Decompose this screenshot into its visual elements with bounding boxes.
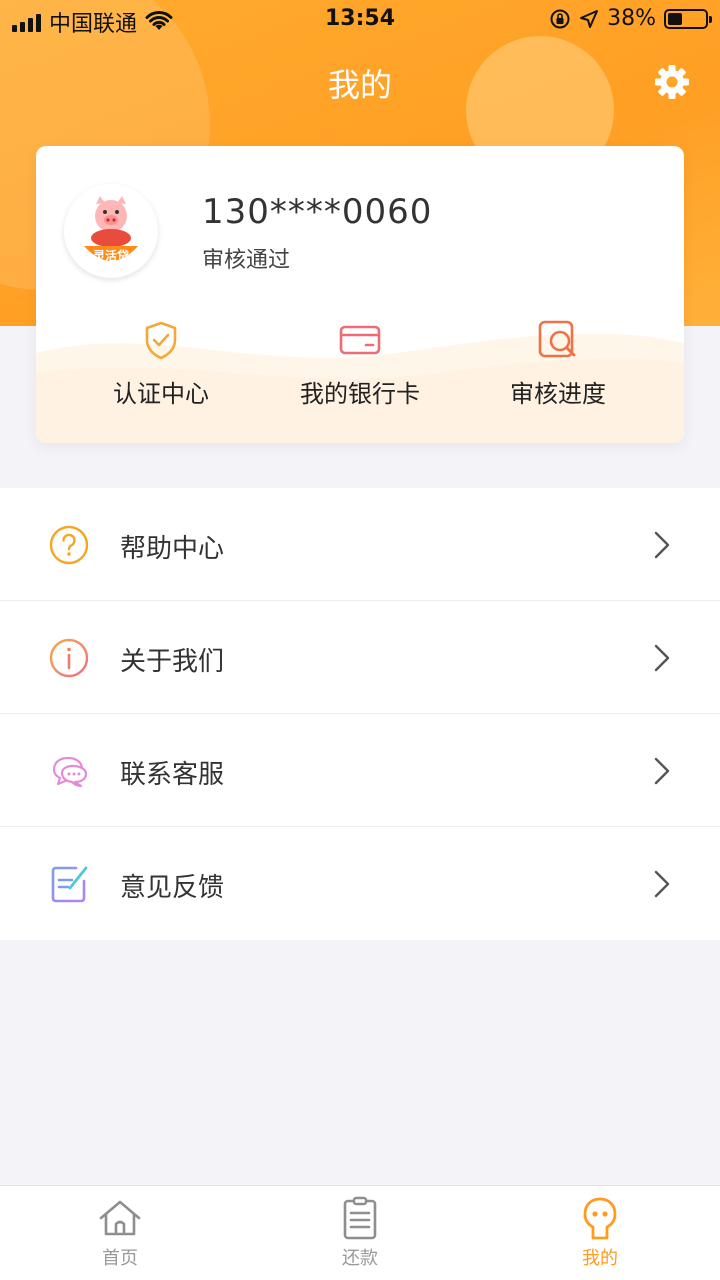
menu-item-label: 帮助中心 xyxy=(120,534,225,564)
title-bar: 我的 xyxy=(0,52,720,112)
tab-repayment[interactable]: 还款 xyxy=(300,1196,420,1270)
menu-item-about[interactable]: 关于我们 xyxy=(0,601,720,714)
quick-action-label: 认证中心 xyxy=(113,380,209,408)
battery-percent: 38% xyxy=(607,6,656,31)
location-arrow-icon xyxy=(580,9,599,28)
user-phone: 130****0060 xyxy=(202,192,433,232)
menu-item-contact-service[interactable]: 联系客服 xyxy=(0,714,720,827)
quick-action-review-progress[interactable]: 审核进度 xyxy=(458,318,658,409)
pig-mascot-logo: 灵活贷 xyxy=(66,186,156,276)
info-icon xyxy=(49,638,89,678)
rotation-lock-icon xyxy=(550,9,570,28)
menu-item-feedback[interactable]: 意见反馈 xyxy=(0,827,720,940)
avatar[interactable]: 灵活贷 xyxy=(64,184,158,278)
bottom-tab-bar: 首页 还款 我的 xyxy=(0,1185,720,1280)
quick-action-label: 我的银行卡 xyxy=(300,380,420,408)
shield-check-icon xyxy=(145,321,177,360)
tab-label: 首页 xyxy=(102,1248,138,1269)
chevron-right-icon xyxy=(654,644,670,672)
tab-label: 我的 xyxy=(582,1248,618,1269)
settings-menu: 帮助中心 关于我们 联系客服 意见反馈 xyxy=(0,488,720,940)
help-icon xyxy=(49,525,89,565)
chevron-right-icon xyxy=(654,870,670,898)
chevron-right-icon xyxy=(654,531,670,559)
chevron-right-icon xyxy=(654,757,670,785)
page-title: 我的 xyxy=(327,66,392,104)
menu-item-help[interactable]: 帮助中心 xyxy=(0,488,720,601)
feedback-icon xyxy=(51,866,88,903)
avatar-badge-text: 灵活贷 xyxy=(93,248,129,263)
gear-icon[interactable] xyxy=(652,62,692,102)
profile-icon xyxy=(583,1197,617,1240)
menu-item-label: 意见反馈 xyxy=(120,873,225,903)
repayment-icon xyxy=(343,1196,377,1240)
status-bar: 中国联通 13:54 38% xyxy=(0,0,720,40)
quick-action-bank-card[interactable]: 我的银行卡 xyxy=(260,318,460,409)
chat-icon xyxy=(52,756,88,788)
user-card: 灵活贷 130****0060 审核通过 认证中心 我的银行卡 审核进度 xyxy=(36,146,684,443)
tab-profile[interactable]: 我的 xyxy=(540,1196,660,1270)
menu-item-label: 关于我们 xyxy=(120,647,225,677)
quick-action-certification[interactable]: 认证中心 xyxy=(61,318,261,409)
home-icon xyxy=(99,1200,141,1236)
review-status: 审核通过 xyxy=(202,248,291,273)
tab-home[interactable]: 首页 xyxy=(60,1196,180,1270)
battery-icon xyxy=(664,8,712,29)
menu-item-label: 联系客服 xyxy=(120,760,225,790)
review-search-icon xyxy=(538,320,576,358)
bank-card-icon xyxy=(339,325,381,355)
tab-label: 还款 xyxy=(342,1248,378,1269)
status-right: 38% xyxy=(549,6,712,31)
quick-action-label: 审核进度 xyxy=(510,380,606,408)
